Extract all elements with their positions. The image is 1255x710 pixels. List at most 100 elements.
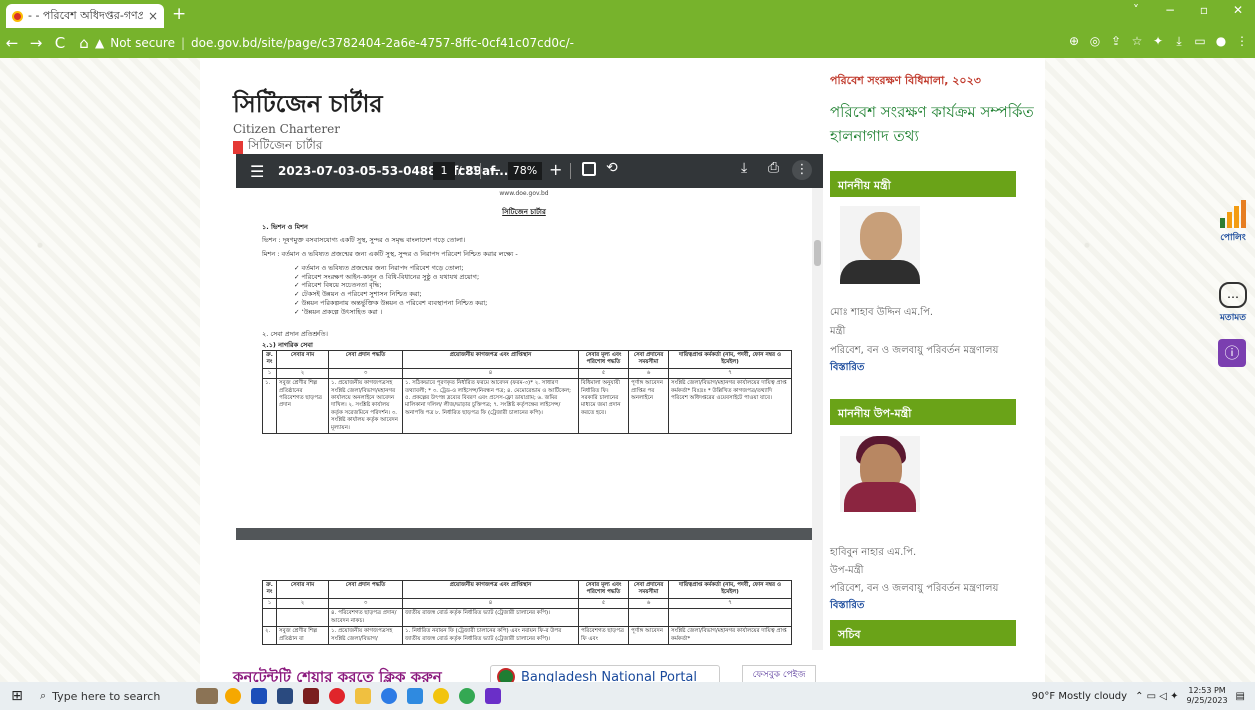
sidebar-link-rules[interactable]: পরিবেশ সংরক্ষণ বিধিমালা, ২০২৩ xyxy=(830,72,981,91)
deputy-details-link[interactable]: বিস্তারিত xyxy=(830,598,864,615)
window-controls: ˅ − ▫ ✕ xyxy=(1119,3,1255,17)
minister-photo[interactable] xyxy=(840,206,920,284)
table-cell xyxy=(262,608,277,628)
url-text[interactable]: doe.gov.bd/site/page/c3782404-2a6e-4757-… xyxy=(191,36,574,50)
browser-tab[interactable]: - - পরিবেশ অধিদপ্তর-গণপ্রজাতন্ত × xyxy=(6,4,164,28)
zoom-icon[interactable]: ⊕ xyxy=(1065,34,1083,49)
pdf-page-input[interactable]: 1 xyxy=(433,162,455,180)
forward-button[interactable]: → xyxy=(24,34,48,52)
facebook-page-link[interactable]: ফেসবুক পেইজ xyxy=(742,665,816,682)
close-window-button[interactable]: ✕ xyxy=(1221,3,1255,17)
tab-close-icon[interactable]: × xyxy=(148,9,158,23)
zoom-level-input[interactable]: 78% xyxy=(508,162,542,180)
table-cell: ৭ xyxy=(668,367,792,380)
table-cell: ৫ xyxy=(578,367,629,380)
pdf-print-icon[interactable]: ⎙ xyxy=(768,160,779,176)
taskbar-search-placeholder: Type here to search xyxy=(52,689,161,703)
table-cell: ১. প্রয়োজনীয় কাগজপত্রসহ সংশ্লিষ্ট জেলা… xyxy=(328,626,403,645)
accessibility-icon[interactable]: ⓘ xyxy=(1218,339,1246,367)
tab-title: - - পরিবেশ অধিদপ্তর-গণপ্রজাতন্ত xyxy=(28,8,143,22)
back-button[interactable]: ← xyxy=(0,34,24,52)
extensions-puzzle-icon[interactable]: ✦ xyxy=(1149,34,1167,49)
app-icon[interactable] xyxy=(480,683,506,709)
side-panel-icon[interactable]: ▭ xyxy=(1191,34,1209,49)
search-icon: ⌕ xyxy=(40,689,47,702)
table-header: দায়িত্বপ্রাপ্ত কর্মকর্তা (নাম, পদবী, ফো… xyxy=(668,580,792,599)
omnibox[interactable]: ▲ Not secure | doe.gov.bd/site/page/c378… xyxy=(95,31,1055,55)
table-cell xyxy=(578,608,629,628)
tray-icons[interactable]: ⌃ ▭ ◁ ✦ xyxy=(1135,691,1178,702)
taskbar-search[interactable]: ⌕ Type here to search xyxy=(34,682,194,710)
pdf-scrollbar[interactable] xyxy=(812,188,823,650)
share-icon[interactable]: ⇪ xyxy=(1107,34,1125,49)
feedback-widget[interactable]: … মতামত xyxy=(1213,282,1253,325)
share-content-link[interactable]: কনটেন্টটি শেয়ার করতে ক্লিক করুন xyxy=(233,666,442,682)
poll-chart-icon xyxy=(1213,198,1253,228)
minister-attire xyxy=(840,260,920,284)
translate-icon[interactable]: ◎ xyxy=(1086,34,1104,49)
reload-button[interactable]: C xyxy=(48,34,72,52)
new-tab-button[interactable]: + xyxy=(172,6,186,23)
table-row: ৪. পরিবেশগত ছাড়পত্র প্রদান/আবেদন নাকচ। … xyxy=(262,608,792,628)
app-icon[interactable] xyxy=(402,683,428,709)
app-icon[interactable] xyxy=(428,683,454,709)
page-title: সিটিজেন চার্টার xyxy=(233,89,383,118)
system-clock[interactable]: 12:53 PM 9/25/2023 xyxy=(1187,686,1228,706)
maximize-button[interactable]: ▫ xyxy=(1187,3,1221,17)
pdf-download-icon[interactable]: ⤓ xyxy=(741,160,747,176)
table-header: সেবার মূল্য এবং পরিশোধ পদ্ধতি xyxy=(578,349,629,369)
rotate-icon[interactable]: ⟲ xyxy=(606,160,618,176)
table-cell: ১. নির্ধারিত নবায়ন ফি (ট্রেজারী চালানের… xyxy=(402,626,579,645)
table-cell: সংশ্লিষ্ট জেলা/বিভাগ/মহানগর কার্যালয়ের … xyxy=(668,626,792,645)
news-widget-icon[interactable] xyxy=(194,683,220,709)
sidebar-link-activities[interactable]: পরিবেশ সংরক্ষণ কার্যক্রম সম্পর্কিত হালনা… xyxy=(830,100,1035,148)
weather-widget[interactable]: 90°F Mostly cloudy xyxy=(1032,691,1127,702)
pdf-viewer[interactable]: ☰ 2023-07-03-05-53-0488a3fc89af... 1 / 2… xyxy=(236,154,823,650)
windows-start-icon[interactable]: ⊞ xyxy=(0,688,34,704)
decorative-pattern-left xyxy=(0,58,200,682)
zoom-out-button[interactable]: − xyxy=(489,161,502,179)
tab-search-icon[interactable]: ˅ xyxy=(1119,3,1153,17)
table-cell: ২. xyxy=(262,626,277,645)
not-secure-label: Not secure xyxy=(110,36,175,50)
table-cell: ১. প্রয়োজনীয় কাগজপত্রসহ সংশ্লিষ্ট জেলা… xyxy=(328,378,403,435)
doc-vision: ভিশন : দূষণমুক্ত বসবাসযোগ্য একটি সুস্থ, … xyxy=(262,236,466,245)
table-cell: বিধিমালা অনুযায়ী নির্ধারিত ফি। সরকারি চ… xyxy=(578,378,629,435)
app-icon[interactable] xyxy=(376,683,402,709)
table-header: প্রয়োজনীয় কাগজপত্র এবং প্রাপ্তিস্থান xyxy=(402,580,579,599)
opera-icon[interactable] xyxy=(324,683,350,709)
browser-menu-icon[interactable]: ⋮ xyxy=(1233,34,1251,49)
zoom-in-button[interactable]: + xyxy=(549,160,562,179)
doc-section-2: ২. সেবা প্রদান প্রতিশ্রুতি। xyxy=(262,330,328,339)
pdf-more-options-icon[interactable]: ⋮ xyxy=(792,160,812,180)
pdf-page-1: www.doe.gov.bd সিটিজেন চার্টার ১. ভিশন ও… xyxy=(236,188,812,528)
download-icon[interactable]: ⤓ xyxy=(1170,34,1188,49)
table-header: সেবা প্রদানের সময়সীমা xyxy=(628,349,669,369)
chrome-icon[interactable] xyxy=(454,683,480,709)
home-button[interactable]: ⌂ xyxy=(72,34,96,52)
pdf-page-total: / 21 xyxy=(458,164,480,177)
pdf-menu-icon[interactable]: ☰ xyxy=(250,162,264,181)
minister-role: মন্ত্রী xyxy=(830,326,846,337)
national-portal-banner[interactable]: Bangladesh National Portal xyxy=(490,665,720,682)
minimize-button[interactable]: − xyxy=(1153,3,1187,17)
app-icon[interactable] xyxy=(298,683,324,709)
table-cell: ১. সঠিকভাবে পূরণকৃত নির্ধারিত ফরমে আবেদন… xyxy=(402,378,579,435)
app-icon[interactable] xyxy=(272,683,298,709)
notification-icon[interactable]: ▤ xyxy=(1236,691,1245,702)
app-icon[interactable] xyxy=(246,683,272,709)
bookmark-star-icon[interactable]: ☆ xyxy=(1128,34,1146,49)
table-cell: ১. xyxy=(262,378,277,435)
file-explorer-icon[interactable] xyxy=(350,683,376,709)
warning-icon[interactable]: ▲ xyxy=(95,36,104,50)
pdf-scrollbar-thumb[interactable] xyxy=(814,240,821,266)
profile-avatar-icon[interactable]: ● xyxy=(1212,34,1230,49)
omnibox-separator: | xyxy=(180,36,186,50)
poll-widget[interactable]: পোলিং xyxy=(1213,198,1253,245)
minister-details-link[interactable]: বিস্তারিত xyxy=(830,360,864,377)
app-icon[interactable] xyxy=(220,683,246,709)
toolbar-divider xyxy=(570,163,571,179)
deputy-minister-photo[interactable] xyxy=(840,436,920,512)
fit-page-icon[interactable] xyxy=(582,162,596,176)
deputy-attire xyxy=(844,482,916,512)
